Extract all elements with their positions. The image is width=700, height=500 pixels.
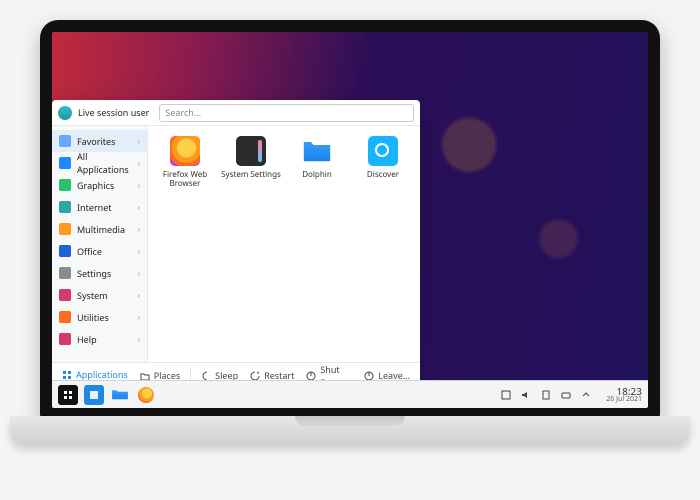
category-icon — [59, 333, 71, 345]
taskbar: 18:23 26 Jul 2021 — [52, 380, 648, 408]
app-launcher-button[interactable] — [58, 385, 78, 405]
app-firefox-web-browser[interactable]: Firefox Web Browser — [154, 136, 216, 188]
chevron-right-icon: › — [138, 312, 140, 323]
category-icon — [59, 135, 71, 147]
category-sidebar: Favorites›All Applications›Graphics›Inte… — [52, 126, 148, 362]
sidebar-item-office[interactable]: Office› — [52, 240, 147, 262]
task-system-settings[interactable] — [84, 385, 104, 405]
user-avatar-icon[interactable] — [58, 106, 72, 120]
chevron-right-icon: › — [138, 268, 140, 279]
chevron-right-icon: › — [138, 158, 140, 169]
folder-icon — [111, 388, 129, 402]
shut-down-icon — [306, 371, 316, 381]
favorites-grid: Firefox Web BrowserSystem SettingsDolphi… — [148, 126, 420, 362]
app-dolphin[interactable]: Dolphin — [286, 136, 348, 179]
task-dolphin[interactable] — [110, 385, 130, 405]
kde-logo-icon — [62, 389, 74, 401]
sidebar-item-graphics[interactable]: Graphics› — [52, 174, 147, 196]
chevron-right-icon: › — [138, 180, 140, 191]
laptop-body — [10, 416, 690, 444]
applications-icon — [62, 370, 72, 380]
chevron-right-icon: › — [138, 202, 140, 213]
tray-clipboard-icon[interactable] — [540, 389, 552, 401]
category-icon — [59, 223, 71, 235]
sidebar-item-favorites[interactable]: Favorites› — [52, 130, 147, 152]
category-icon — [59, 245, 71, 257]
user-label: Live session user — [78, 106, 149, 119]
places-icon — [140, 371, 150, 381]
desktop-screen: Live session user Search... Favorites›Al… — [52, 32, 648, 408]
menu-header: Live session user Search... — [52, 100, 420, 126]
leave-icon — [364, 371, 374, 381]
sidebar-item-settings[interactable]: Settings› — [52, 262, 147, 284]
chevron-right-icon: › — [138, 290, 140, 301]
clock-date: 26 Jul 2021 — [606, 396, 642, 403]
dc-icon — [368, 136, 398, 166]
dl-icon — [302, 136, 332, 166]
app-discover[interactable]: Discover — [352, 136, 414, 179]
clock[interactable]: 18:23 26 Jul 2021 — [606, 386, 642, 404]
tray-updates-icon[interactable] — [500, 389, 512, 401]
sleep-icon — [201, 371, 211, 381]
firefox-icon — [138, 387, 154, 403]
chevron-right-icon: › — [138, 136, 140, 147]
sidebar-item-help[interactable]: Help› — [52, 328, 147, 350]
tray-volume-icon[interactable] — [520, 389, 532, 401]
search-placeholder: Search... — [165, 106, 201, 119]
category-icon — [59, 157, 71, 169]
chevron-right-icon: › — [138, 334, 140, 345]
fx-icon — [170, 136, 200, 166]
system-tray: 18:23 26 Jul 2021 — [500, 386, 642, 404]
chevron-right-icon: › — [138, 224, 140, 235]
category-icon — [59, 311, 71, 323]
category-icon — [59, 201, 71, 213]
chevron-right-icon: › — [138, 246, 140, 257]
restart-icon — [250, 371, 260, 381]
sidebar-item-system[interactable]: System› — [52, 284, 147, 306]
category-icon — [59, 267, 71, 279]
task-firefox[interactable] — [136, 385, 156, 405]
category-icon — [59, 179, 71, 191]
tray-chevron-icon[interactable] — [580, 389, 592, 401]
sidebar-item-utilities[interactable]: Utilities› — [52, 306, 147, 328]
search-input[interactable]: Search... — [159, 104, 414, 122]
category-icon — [59, 289, 71, 301]
application-menu: Live session user Search... Favorites›Al… — [52, 100, 420, 388]
sidebar-item-multimedia[interactable]: Multimedia› — [52, 218, 147, 240]
sidebar-item-internet[interactable]: Internet› — [52, 196, 147, 218]
ss-icon — [236, 136, 266, 166]
app-system-settings[interactable]: System Settings — [220, 136, 282, 179]
settings-icon — [88, 389, 100, 401]
tray-network-icon[interactable] — [560, 389, 572, 401]
sidebar-item-all-applications[interactable]: All Applications› — [52, 152, 147, 174]
